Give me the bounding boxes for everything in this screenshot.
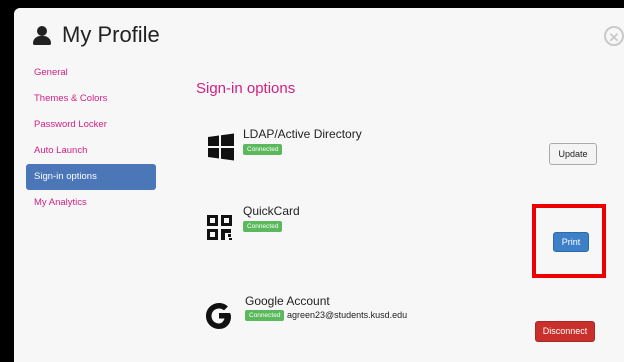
provider-name: Google Account: [245, 294, 330, 308]
connected-badge: Connected: [245, 310, 285, 322]
sidebar-item-auto-launch[interactable]: Auto Launch: [26, 138, 156, 164]
sidebar-item-general[interactable]: General: [26, 60, 156, 86]
profile-panel: My Profile ✕ General Themes & Colors Pas…: [14, 8, 624, 362]
windows-icon: [208, 133, 234, 161]
provider-status: Connected: [243, 144, 283, 156]
user-icon: [32, 24, 52, 46]
update-button[interactable]: Update: [549, 143, 597, 165]
connected-badge: Connected: [243, 221, 283, 233]
connected-badge: Connected: [243, 144, 283, 156]
page-title: My Profile: [62, 22, 160, 47]
sidebar-item-sign-in-options[interactable]: Sign-in options: [26, 164, 156, 190]
provider-name: LDAP/Active Directory: [243, 127, 362, 141]
google-icon: [206, 303, 231, 329]
section-title: Sign-in options: [196, 80, 296, 97]
sidebar: General Themes & Colors Password Locker …: [26, 60, 156, 216]
highlight-box: [532, 204, 606, 278]
provider-status: Connected agreen23@students.kusd.edu: [245, 310, 408, 322]
account-email: agreen23@students.kusd.edu: [286, 310, 408, 320]
header: My Profile: [32, 22, 160, 48]
qr-code-icon: [207, 215, 232, 240]
provider-name: QuickCard: [243, 204, 300, 218]
sidebar-item-themes-colors[interactable]: Themes & Colors: [26, 86, 156, 112]
provider-status: Connected: [243, 221, 283, 233]
disconnect-button[interactable]: Disconnect: [535, 321, 595, 342]
sidebar-item-my-analytics[interactable]: My Analytics: [26, 190, 156, 216]
close-icon[interactable]: ✕: [604, 26, 624, 46]
sidebar-item-password-locker[interactable]: Password Locker: [26, 112, 156, 138]
